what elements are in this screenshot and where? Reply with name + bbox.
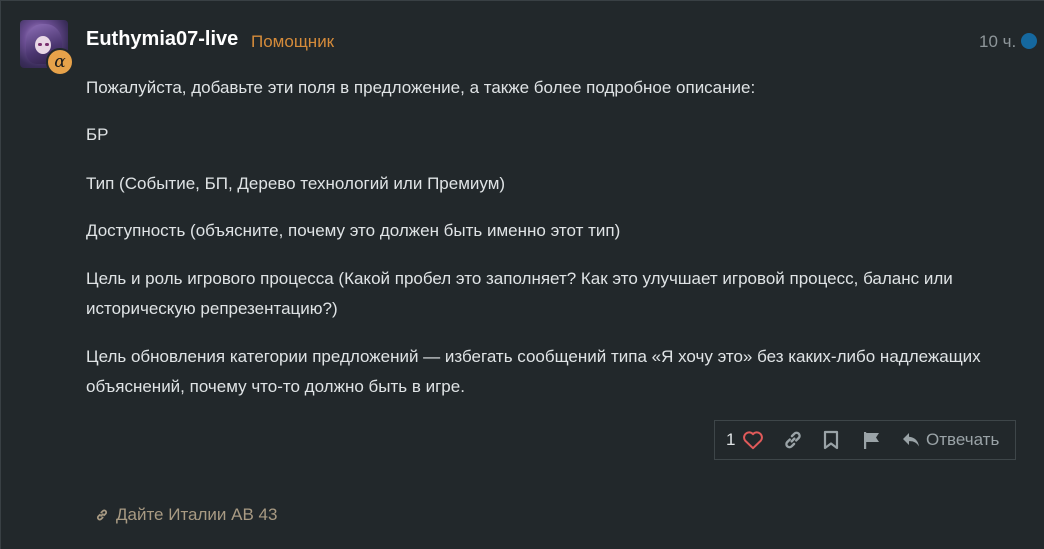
linked-topic-title[interactable]: Дайте Италии AB 43 <box>116 505 277 525</box>
linked-topic[interactable]: Дайте Италии AB 43 <box>95 505 277 525</box>
user-flair-badge: α <box>46 48 74 76</box>
post-paragraph: Доступность (объясните, почему это долже… <box>86 221 621 240</box>
bookmark-icon[interactable] <box>822 421 840 459</box>
post-date[interactable]: 10 ч. <box>979 32 1016 52</box>
post-paragraph: Тип (Событие, БП, Дерево технологий или … <box>86 174 506 193</box>
username-link[interactable]: Euthymia07-live <box>86 28 238 51</box>
link-icon <box>97 509 107 521</box>
link-icon[interactable] <box>782 421 804 459</box>
heart-icon[interactable] <box>742 421 764 459</box>
reply-label: Отвечать <box>926 430 1000 449</box>
user-title: Помощник <box>251 32 335 51</box>
reply-icon <box>903 433 919 447</box>
post-paragraph: Пожалуйста, добавьте эти поля в предложе… <box>86 78 756 97</box>
post-paragraph: БР <box>86 125 109 144</box>
post-paragraph: Цель обновления категории предложений — … <box>86 347 981 396</box>
post-actions: 1 Отвечать <box>714 420 1016 460</box>
like-count[interactable]: 1 <box>726 421 735 459</box>
flag-icon[interactable] <box>862 421 882 459</box>
reply-button[interactable]: Отвечать <box>902 421 999 459</box>
avatar[interactable]: α <box>20 20 74 76</box>
unread-indicator <box>1021 33 1037 49</box>
post-paragraph: Цель и роль игрового процесса (Какой про… <box>86 269 953 318</box>
